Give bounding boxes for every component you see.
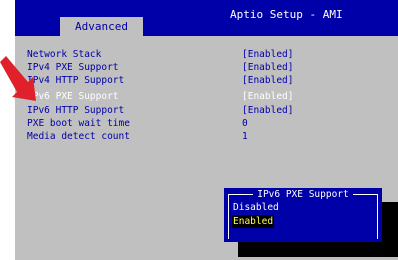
option-disabled[interactable]: Disabled: [233, 201, 279, 214]
setting-label: IPv6 HTTP Support: [27, 105, 125, 116]
popup-title: IPv6 PXE Support: [224, 188, 382, 201]
setting-value[interactable]: [Enabled]: [242, 61, 293, 74]
setting-row-ipv4-http[interactable]: IPv4 HTTP Support [Enabled]: [27, 74, 327, 87]
setting-value[interactable]: [Enabled]: [242, 74, 293, 87]
setting-row-ipv6-pxe[interactable]: IPv6 PXE Support [Enabled]: [27, 90, 327, 103]
tab-advanced[interactable]: Advanced: [60, 17, 143, 37]
setting-label: IPv4 PXE Support: [27, 62, 119, 73]
setting-row-ipv4-pxe[interactable]: IPv4 PXE Support [Enabled]: [27, 61, 327, 74]
setting-row-media-detect-count[interactable]: Media detect count 1: [27, 130, 327, 143]
option-enabled[interactable]: Enabled: [232, 215, 275, 228]
setting-label: PXE boot wait time: [27, 118, 130, 129]
setting-label: Network Stack: [27, 49, 102, 60]
setting-row-pxe-wait-time[interactable]: PXE boot wait time 0: [27, 117, 327, 130]
app-title: Aptio Setup - AMI: [230, 8, 343, 21]
option-popup: IPv6 PXE Support Disabled Enabled: [224, 188, 382, 242]
setting-label: IPv6 PXE Support: [27, 91, 119, 102]
setting-value[interactable]: [Enabled]: [242, 90, 293, 103]
bios-screen: Aptio Setup - AMI Network Stack [Enabled…: [15, 0, 398, 260]
setting-value[interactable]: 1: [242, 130, 248, 143]
setting-label: Media detect count: [27, 131, 130, 142]
setting-row-ipv6-http[interactable]: IPv6 HTTP Support [Enabled]: [27, 104, 327, 117]
setting-row-network-stack[interactable]: Network Stack [Enabled]: [27, 48, 327, 61]
setting-value[interactable]: 0: [242, 117, 248, 130]
setting-label: IPv4 HTTP Support: [27, 75, 125, 86]
setting-value[interactable]: [Enabled]: [242, 104, 293, 117]
popup-title-text: IPv6 PXE Support: [253, 189, 353, 200]
setting-value[interactable]: [Enabled]: [242, 48, 293, 61]
